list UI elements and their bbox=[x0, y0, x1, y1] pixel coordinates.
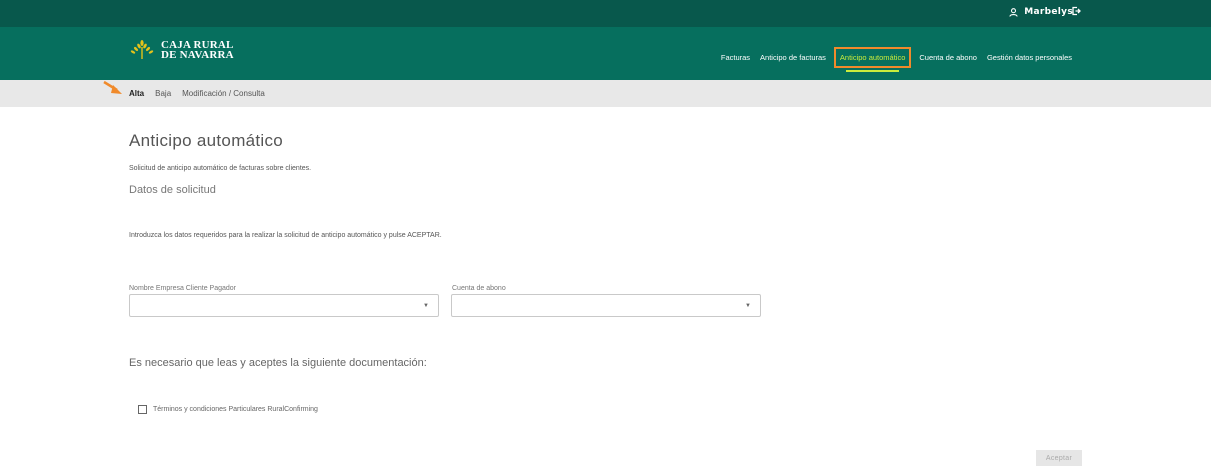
nav-item-cuenta-abono[interactable]: Cuenta de abono bbox=[914, 53, 982, 62]
top-bar: Marbelys bbox=[0, 0, 1211, 27]
subnav-item-modificacion[interactable]: Modificación / Consulta bbox=[182, 89, 265, 98]
terms-label[interactable]: Términos y condiciones Particulares Rura… bbox=[153, 406, 318, 413]
nav-item-gestion-datos[interactable]: Gestión datos personales bbox=[982, 53, 1077, 62]
account-select[interactable]: ▼ bbox=[451, 294, 761, 317]
page-intro: Solicitud de anticipo automático de fact… bbox=[129, 165, 312, 172]
terms-checkbox-row[interactable]: Términos y condiciones Particulares Rura… bbox=[138, 405, 318, 414]
nav-links: Facturas Anticipo de facturas Anticipo a… bbox=[716, 47, 1077, 72]
chevron-down-icon: ▼ bbox=[745, 303, 751, 309]
user-menu[interactable]: Marbelys bbox=[1009, 7, 1073, 17]
company-select[interactable]: ▼ bbox=[129, 294, 439, 317]
user-name: Marbelys bbox=[1024, 7, 1073, 17]
main-navigation: CAJA RURAL DE NAVARRA Facturas Anticipo … bbox=[0, 27, 1211, 80]
accept-button[interactable]: Aceptar bbox=[1036, 450, 1082, 466]
sub-navigation: Alta Baja Modificación / Consulta bbox=[0, 80, 1211, 107]
bank-logo[interactable]: CAJA RURAL DE NAVARRA bbox=[129, 40, 234, 61]
page-title: Anticipo automático bbox=[129, 131, 284, 150]
nav-item-anticipo-facturas[interactable]: Anticipo de facturas bbox=[755, 53, 831, 62]
user-icon bbox=[1009, 7, 1018, 17]
company-field-label: Nombre Empresa Cliente Pagador bbox=[129, 285, 236, 292]
logout-icon[interactable] bbox=[1071, 6, 1081, 16]
chevron-down-icon: ▼ bbox=[423, 303, 429, 309]
documentation-heading: Es necesario que leas y aceptes la sigui… bbox=[129, 357, 427, 369]
subnav-item-alta[interactable]: Alta bbox=[129, 89, 144, 98]
subnav-item-baja[interactable]: Baja bbox=[155, 89, 171, 98]
nav-item-facturas[interactable]: Facturas bbox=[716, 53, 755, 62]
logo-text-line2: DE NAVARRA bbox=[161, 49, 234, 61]
pointer-arrow-icon bbox=[103, 80, 122, 94]
nav-item-anticipo-automatico[interactable]: Anticipo automático bbox=[833, 47, 912, 72]
terms-checkbox[interactable] bbox=[138, 405, 147, 414]
section-title: Datos de solicitud bbox=[129, 184, 216, 196]
wheat-logo-icon bbox=[130, 40, 154, 59]
account-field-label: Cuenta de abono bbox=[452, 285, 506, 292]
form-instructions: Introduzca los datos requeridos para la … bbox=[129, 232, 442, 239]
